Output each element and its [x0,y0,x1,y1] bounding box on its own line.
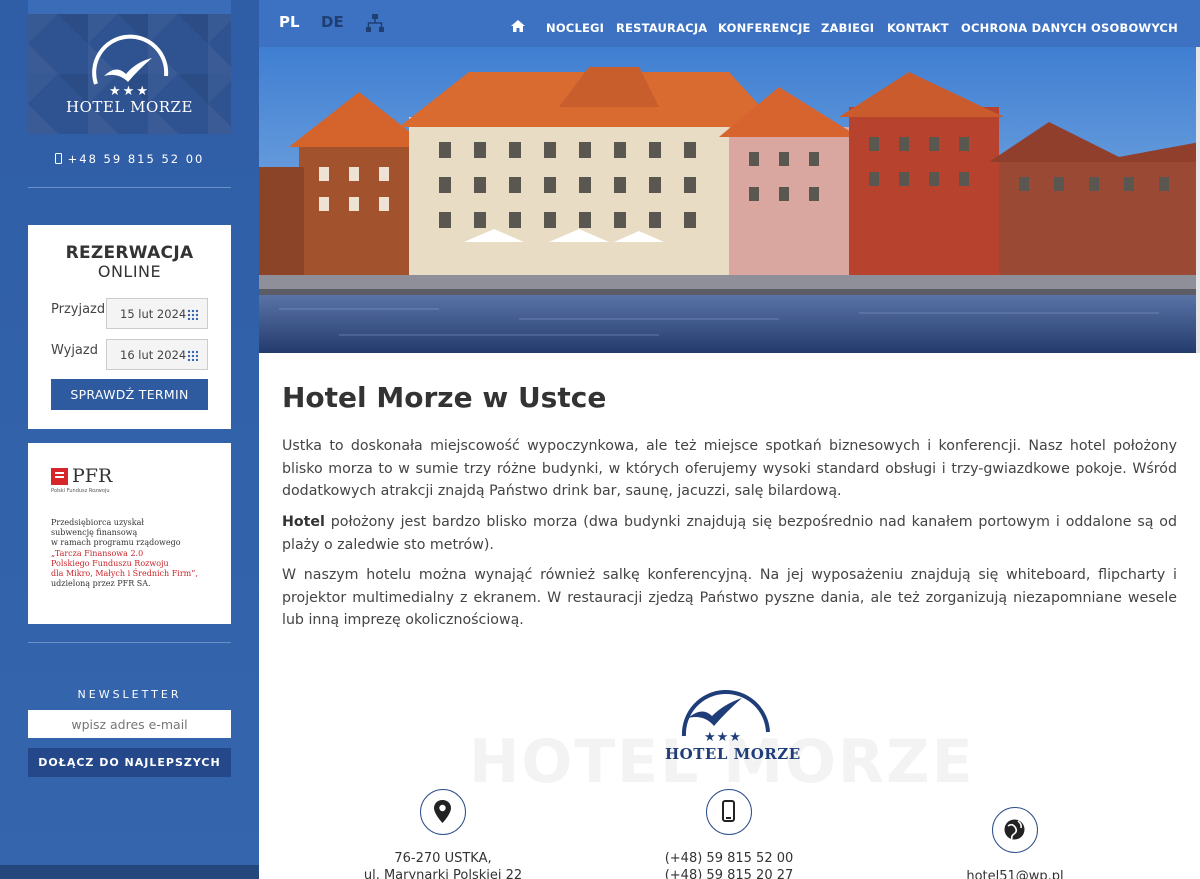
phone-icon [706,789,752,835]
pfr-text: Przedsiębiorca uzyskał subwencję finanso… [51,518,221,589]
pfr-line: subwencję finansową [51,528,138,538]
departure-date-field[interactable]: 16 lut 2024 [106,339,208,370]
hero-image [259,47,1200,353]
footer-logo-name: HOTEL MORZE [665,745,801,763]
arrival-date-value: 15 lut 2024 [120,307,187,321]
intro-paragraph: Ustka to doskonała miejscowość wypoczynk… [282,438,1177,499]
address-block: 76-270 USTKA, ul. Marynarki Polskiej 22 [343,850,543,879]
newsletter-email-input[interactable] [28,710,231,738]
departure-date-value: 16 lut 2024 [120,348,187,362]
nav-ochrona-danych[interactable]: OCHRONA DANYCH OSOBOWYCH [961,21,1178,35]
sidebar-phone-number: +48 59 815 52 00 [67,152,205,166]
newsletter-join-button[interactable]: DOŁĄCZ DO NAJLEPSZYCH [28,748,231,777]
nav-restauracja[interactable]: RESTAURACJA [616,21,707,35]
phone-line: (+48) 59 815 52 00 [664,851,794,866]
address-line: ul. Marynarki Polskiej 22 [363,868,523,879]
top-nav-bar: PL DE NOCLEGI RESTAURACJA KONFERENCJE ZA… [259,0,1200,47]
footer-logo-stars: ★★★ [704,730,742,745]
address-line: 76-270 USTKA, [394,851,492,866]
sidebar-phone[interactable]: +48 59 815 52 00 [28,152,231,166]
hotel-harbour-photo [259,47,1200,353]
logo-stars: ★★★ [109,84,150,99]
map-marker-icon [420,789,466,835]
page-scrollbar[interactable] [1196,47,1200,377]
seagull-emblem-icon [91,34,168,85]
main-content: Hotel Morze w Ustce Ustka to doskonała m… [259,353,1200,879]
reservation-subtitle: ONLINE [97,262,162,281]
sidebar-divider [28,642,231,643]
sidebar-divider [28,187,231,188]
nav-konferencje[interactable]: KONFERENCJE [718,21,811,35]
pfr-line: Przedsiębiorca uzyskał [51,518,144,527]
email-link[interactable]: hotel51@wp.pl [915,868,1115,879]
calendar-icon [187,350,198,361]
page-title: Hotel Morze w Ustce [282,381,607,414]
pfr-banner[interactable]: PFR Polski Fundusz Rozwoju Przedsiębiorc… [28,443,231,624]
sitemap-icon[interactable] [365,13,385,33]
newsletter-title: NEWSLETTER [77,688,182,701]
hotel-logo[interactable]: ★★★ HOTEL MORZE [28,14,231,134]
mobile-phone-icon [54,153,62,164]
nav-noclegi[interactable]: NOCLEGI [546,21,604,35]
logo-top-strip [28,0,231,14]
phone-block[interactable]: (+48) 59 815 52 00 (+48) 59 815 20 27 [629,850,829,879]
footer-seagull-emblem-icon [681,689,770,737]
sidebar: ★★★ HOTEL MORZE +48 59 815 52 00 REZERWA… [0,0,259,879]
pfr-line: dla Mikro, Małych i Średnich Firm”, [51,569,198,579]
conference-paragraph: W naszym hotelu można wynająć również sa… [282,567,1177,628]
nav-zabiegi[interactable]: ZABIEGI [821,21,874,35]
globe-icon [992,807,1038,853]
nav-kontakt[interactable]: KONTAKT [887,21,949,35]
pfr-line: Polskiego Funduszu Rozwoju [51,558,169,568]
pfr-subname: Polski Fundusz Rozwoju [51,488,110,494]
calendar-icon [187,309,198,320]
check-availability-button[interactable]: SPRAWDŹ TERMIN [51,379,208,410]
location-paragraph: Hotel położony jest bardzo blisko morza … [282,511,1177,556]
home-icon[interactable] [511,20,525,32]
location-paragraph-text: położony jest bardzo blisko morza (dwa b… [282,514,1177,553]
pfr-logo-icon [51,468,68,485]
hotel-bold-word: Hotel [282,514,325,530]
lang-pl-link[interactable]: PL [279,13,300,31]
arrival-label: Przyjazd [51,302,106,317]
lang-de-link[interactable]: DE [321,13,344,31]
logo-name: HOTEL MORZE [66,98,193,116]
pfr-name: PFR [72,465,113,487]
departure-label: Wyjazd [51,343,98,358]
sidebar-bottom-strip [0,865,259,879]
pfr-line: „Tarcza Finansowa 2.0 [51,548,144,558]
reservation-title: REZERWACJA [65,243,194,263]
pfr-line: w ramach programu rządowego [51,538,181,548]
arrival-date-field[interactable]: 15 lut 2024 [106,298,208,329]
phone-line: (+48) 59 815 20 27 [664,868,794,879]
reservation-widget: REZERWACJA ONLINE Przyjazd 15 lut 2024 W… [28,225,231,429]
pfr-line: udzieloną przez PFR SA. [51,579,151,589]
